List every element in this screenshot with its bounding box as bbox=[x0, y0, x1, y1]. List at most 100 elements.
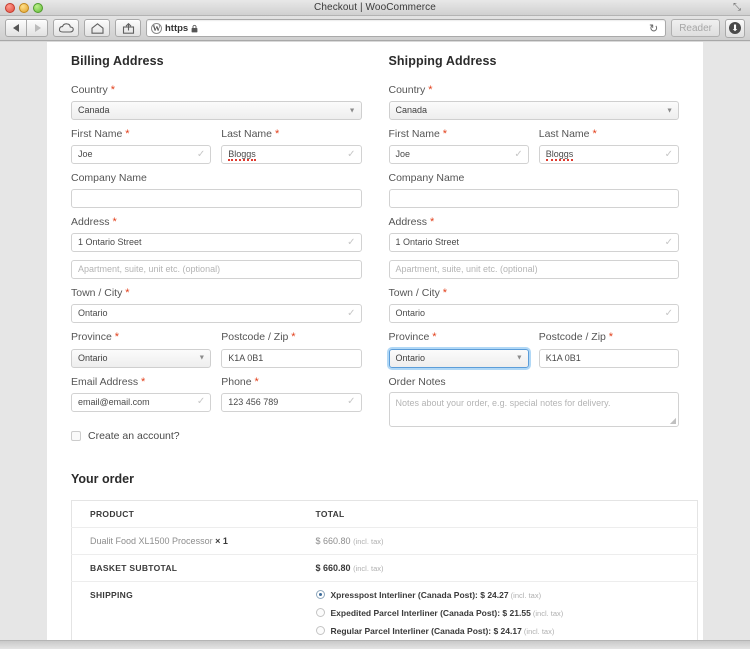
chevron-down-icon: ▼ bbox=[666, 107, 673, 115]
billing-country-select[interactable]: Canada ▼ bbox=[71, 101, 362, 121]
shipping-first-name-value: Joe bbox=[395, 149, 411, 160]
billing-email-field: Email Address * email@email.com ✓ bbox=[71, 376, 212, 412]
window-title: Checkout | WooCommerce bbox=[314, 2, 436, 13]
shipping-postcode-label: Postcode / Zip * bbox=[538, 331, 614, 344]
billing-email-input[interactable]: email@email.com bbox=[71, 392, 212, 412]
billing-last-name-value: Bloggs bbox=[228, 149, 256, 162]
billing-phone-field: Phone * 123 456 789 ✓ bbox=[221, 375, 362, 412]
required-asterisk: * bbox=[254, 375, 259, 388]
shipping-province-select[interactable]: Ontario ▼ bbox=[388, 348, 529, 368]
required-asterisk: * bbox=[608, 331, 614, 344]
shipping-method-radio[interactable] bbox=[315, 626, 325, 636]
shipping-method-option[interactable]: Xpresspost Interliner (Canada Post): $ 2… bbox=[315, 590, 698, 600]
close-window-button[interactable] bbox=[5, 3, 15, 13]
line-item-qty-separator: × bbox=[215, 535, 221, 546]
required-asterisk: * bbox=[125, 128, 130, 141]
shipping-method-option[interactable]: Regular Parcel Interliner (Canada Post):… bbox=[315, 625, 698, 636]
table-row: SHIPPING Xpresspost Interliner (Canada P… bbox=[71, 581, 698, 640]
order-table-body: Dualit Food XL1500 Processor × 1 $ 660.8… bbox=[71, 527, 698, 640]
valid-check-icon: ✓ bbox=[347, 307, 356, 319]
billing-postcode-field: Postcode / Zip * K1A 0B1 bbox=[221, 331, 362, 368]
fullscreen-icon[interactable]: ⤡ bbox=[733, 2, 744, 13]
create-account-checkbox[interactable] bbox=[71, 430, 81, 441]
order-notes-placeholder: Notes about your order, e.g. special not… bbox=[395, 398, 611, 409]
shipping-address-label: Address * bbox=[388, 215, 435, 228]
billing-address-wrap: 1 Ontario Street ✓ bbox=[71, 233, 362, 253]
order-notes-textarea[interactable]: Notes about your order, e.g. special not… bbox=[388, 392, 679, 428]
shipping-company-input[interactable] bbox=[388, 188, 679, 208]
billing-town-input[interactable]: Ontario bbox=[71, 304, 362, 324]
icloud-tabs-button[interactable] bbox=[53, 19, 79, 37]
billing-email-value: email@email.com bbox=[78, 396, 150, 407]
shipping-method-radio[interactable] bbox=[315, 590, 325, 600]
shipping-town-label: Town / City * bbox=[388, 287, 448, 300]
billing-company-input[interactable] bbox=[71, 188, 362, 208]
required-asterisk: * bbox=[291, 331, 296, 344]
shipping-address2-input[interactable]: Apartment, suite, unit etc. (optional) bbox=[388, 260, 679, 280]
billing-address-input[interactable]: 1 Ontario Street bbox=[71, 233, 362, 253]
downloads-button[interactable]: ⬇ bbox=[725, 18, 745, 38]
required-asterisk: * bbox=[274, 128, 280, 141]
shipping-first-name-label: First Name * bbox=[388, 128, 448, 141]
shipping-town-value: Ontario bbox=[395, 308, 426, 319]
shipping-province-postcode-row: Province * Ontario ▼ Postcode / Zip * K1… bbox=[388, 331, 679, 375]
shipping-method-tax-note: (incl. tax) bbox=[530, 608, 564, 618]
shipping-last-name-input[interactable]: Bloggs bbox=[538, 145, 679, 165]
share-button[interactable] bbox=[115, 19, 141, 37]
window-controls bbox=[5, 3, 43, 13]
required-asterisk: * bbox=[432, 331, 437, 344]
billing-country-label: Country * bbox=[71, 84, 115, 96]
resize-grip-icon[interactable]: ◢ bbox=[670, 417, 676, 425]
shipping-postcode-input[interactable]: K1A 0B1 bbox=[538, 348, 679, 368]
subtotal-label: BASKET SUBTOTAL bbox=[71, 554, 298, 582]
shipping-method-option[interactable]: Expedited Parcel Interliner (Canada Post… bbox=[315, 608, 698, 618]
shipping-address-input[interactable]: 1 Ontario Street bbox=[388, 233, 679, 253]
forward-button[interactable] bbox=[26, 19, 48, 37]
browser-window: Checkout | WooCommerce ⤡ W https ↻ Reade… bbox=[0, 0, 750, 649]
shipping-province-value: Ontario bbox=[395, 352, 426, 363]
create-account-row[interactable]: Create an account? bbox=[71, 430, 362, 442]
valid-check-icon: ✓ bbox=[664, 236, 673, 248]
shipping-name-row: First Name * Joe ✓ Last Name * Bloggs ✓ bbox=[388, 128, 679, 172]
line-item-amount-cell: $ 660.80 (incl. tax) bbox=[297, 527, 698, 555]
billing-first-name-input[interactable]: Joe bbox=[71, 145, 212, 165]
billing-phone-input[interactable]: 123 456 789 bbox=[221, 392, 362, 412]
billing-province-value: Ontario bbox=[78, 352, 108, 363]
billing-address-column: Billing Address Country * Canada ▼ First… bbox=[71, 54, 362, 442]
window-footer-band bbox=[0, 640, 750, 649]
billing-first-name-wrap: Joe ✓ bbox=[71, 145, 212, 165]
shipping-postcode-value: K1A 0B1 bbox=[545, 352, 581, 363]
reader-button[interactable]: Reader bbox=[671, 19, 720, 37]
shipping-first-name-input[interactable]: Joe bbox=[388, 145, 529, 165]
window-titlebar: Checkout | WooCommerce ⤡ bbox=[0, 0, 750, 16]
shipping-town-input[interactable]: Ontario bbox=[388, 304, 679, 324]
line-item-amount: $ 660.80 bbox=[315, 535, 351, 546]
chevron-down-icon: ▼ bbox=[198, 354, 206, 362]
shipping-method-radio[interactable] bbox=[315, 608, 325, 618]
home-button[interactable] bbox=[84, 19, 110, 37]
cloud-icon bbox=[58, 23, 74, 33]
reload-icon[interactable]: ↻ bbox=[649, 22, 661, 35]
back-button[interactable] bbox=[5, 19, 27, 37]
billing-address2-input[interactable]: Apartment, suite, unit etc. (optional) bbox=[71, 260, 362, 280]
minimize-window-button[interactable] bbox=[19, 3, 29, 13]
billing-postcode-value: K1A 0B1 bbox=[228, 352, 264, 363]
shipping-methods-cell: Xpresspost Interliner (Canada Post): $ 2… bbox=[297, 581, 698, 640]
subtotal-amount-cell: $ 660.80 (incl. tax) bbox=[297, 554, 698, 582]
line-item-tax-note: (incl. tax) bbox=[353, 536, 384, 546]
address-bar[interactable]: W https ↻ bbox=[146, 19, 667, 37]
shipping-first-name-field: First Name * Joe ✓ bbox=[388, 128, 529, 165]
valid-check-icon: ✓ bbox=[347, 148, 356, 160]
shipping-address2-placeholder: Apartment, suite, unit etc. (optional) bbox=[395, 264, 538, 275]
billing-postcode-input[interactable]: K1A 0B1 bbox=[221, 348, 362, 368]
subtotal-amount: $ 660.80 bbox=[315, 562, 351, 573]
shipping-method-label: Regular Parcel Interliner (Canada Post):… bbox=[330, 625, 555, 636]
billing-last-name-input[interactable]: Bloggs bbox=[221, 145, 362, 165]
required-asterisk: * bbox=[112, 215, 117, 228]
required-asterisk: * bbox=[125, 287, 130, 300]
billing-province-select[interactable]: Ontario ▼ bbox=[71, 348, 212, 368]
shipping-row-label: SHIPPING bbox=[71, 581, 298, 640]
maximize-window-button[interactable] bbox=[33, 3, 43, 13]
order-notes-label: Order Notes bbox=[388, 375, 446, 388]
shipping-country-select[interactable]: Canada ▼ bbox=[388, 101, 679, 121]
